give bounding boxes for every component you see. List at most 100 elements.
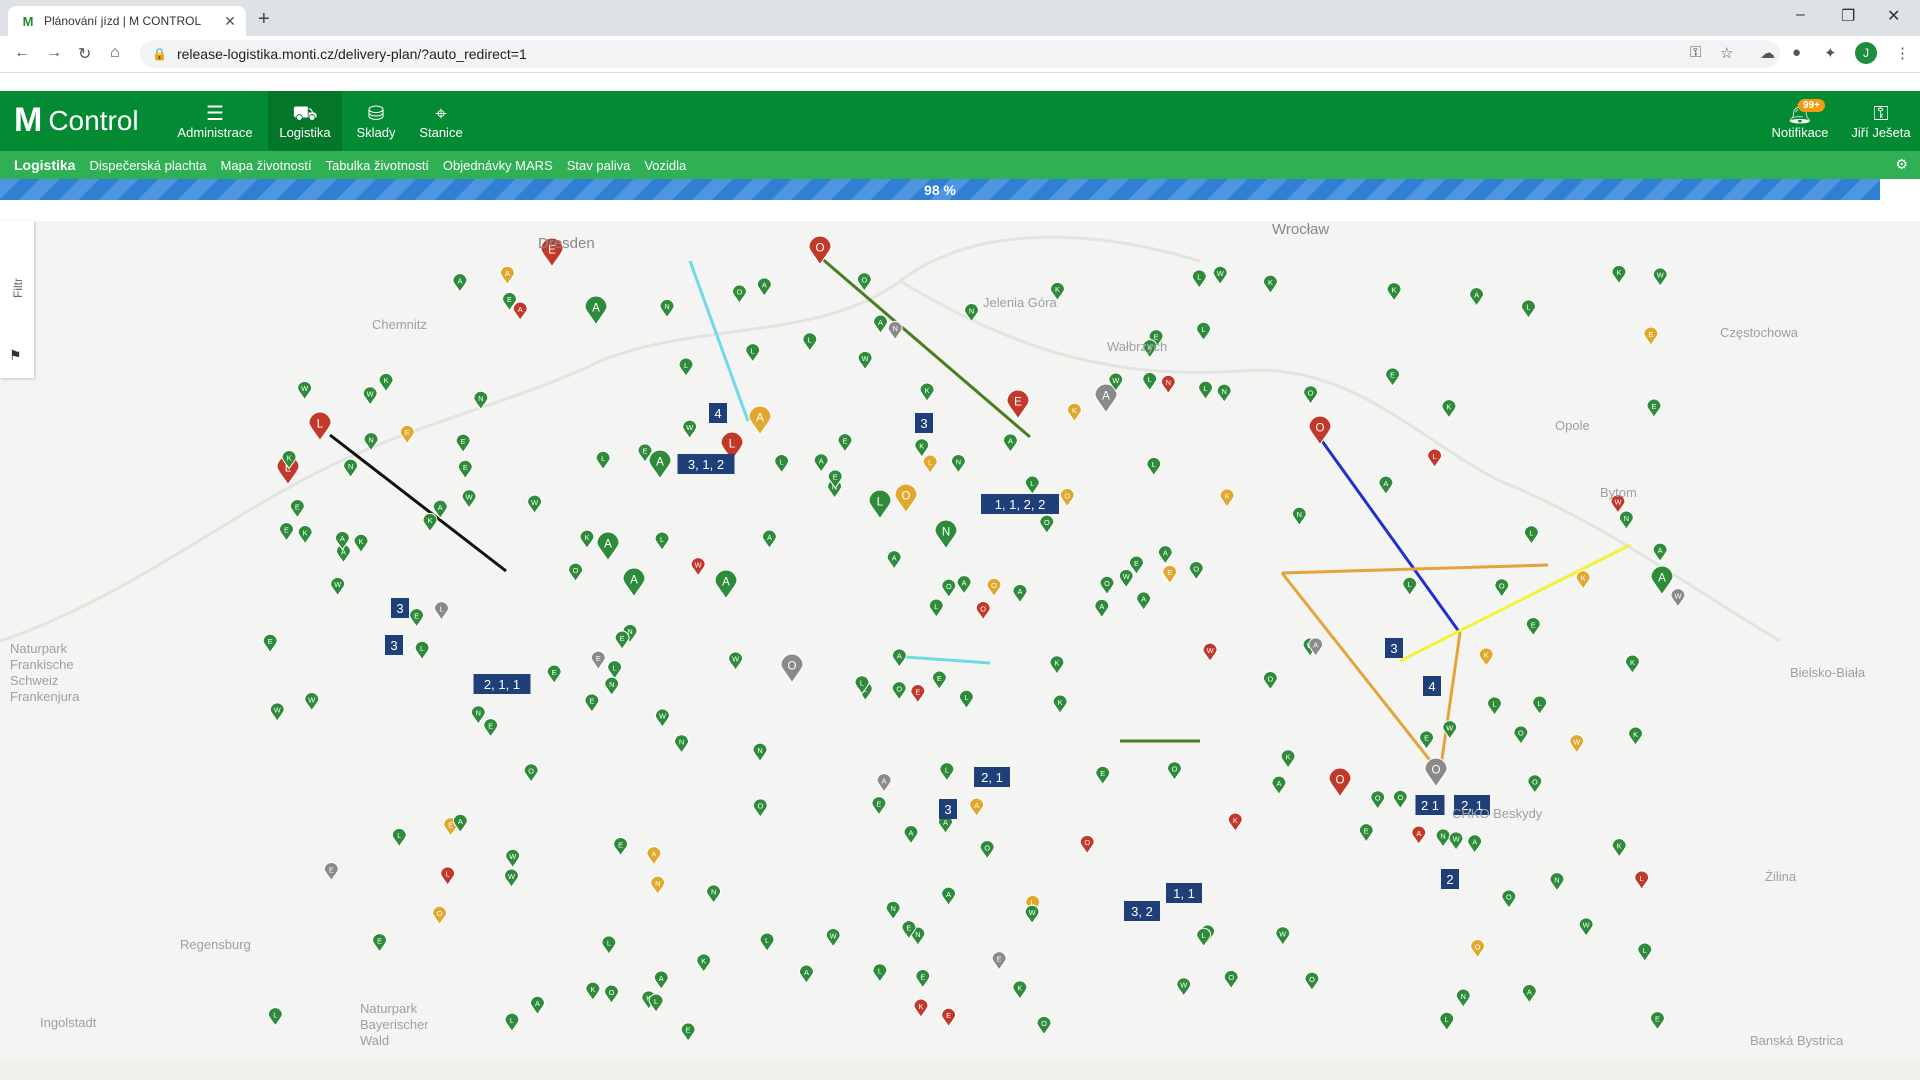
marker-letter: L [860,679,864,688]
marker-letter: E [589,697,594,706]
route-number-label[interactable]: 2, 1 [974,767,1010,787]
map-canvas[interactable]: EOLLEOOOLAAOOAALNAAAALAOLNALLLOALWEWNNEA… [0,221,1920,1060]
route-number-label[interactable]: 3, 1, 2 [677,454,735,474]
marker-letter: O [609,988,615,997]
minimize-icon[interactable]: – [1796,6,1805,24]
marker-letter: K [359,537,364,546]
marker-letter: W [1453,835,1460,844]
forward-icon[interactable]: → [46,44,62,62]
marker-letter: O [1308,389,1314,398]
menu-administrace[interactable]: ☰ Administrace [170,91,260,151]
marker-letter: O [980,604,986,613]
bookmark-star-icon[interactable]: ☆ [1720,44,1733,62]
marker-letter: O [757,802,763,811]
marker-letter: N [1222,387,1227,396]
back-icon[interactable]: ← [14,44,30,62]
marker-letter: N [478,394,483,403]
marker-letter: A [1008,437,1013,446]
marker-letter: N [679,738,684,747]
menu-logistika[interactable]: ⛟ Logistika [268,91,342,151]
subnav-item-vozidla[interactable]: Vozidla [644,158,686,173]
marker-letter: K [1392,285,1397,294]
menu-label: Sklady [356,124,396,140]
route-number-label[interactable]: 4 [709,403,727,423]
extensions-puzzle-icon[interactable]: ✦ [1824,44,1837,62]
marker-letter: L [317,418,324,430]
tab-close-icon[interactable]: ✕ [220,13,240,30]
marker-letter: A [819,457,824,466]
browser-menu-icon[interactable]: ⋮ [1895,44,1910,62]
route-number-label[interactable]: 2 1 [1415,795,1445,815]
new-tab-button[interactable]: + [258,8,270,31]
progress-remainder [1880,179,1920,200]
route-number-label[interactable]: 3 [939,799,957,819]
route-label-text: 3 [1390,641,1397,656]
subnav-item-mapa-zivotnosti[interactable]: Mapa životností [221,158,312,173]
menu-stanice[interactable]: ⌖ Stanice [412,91,470,151]
route-number-label[interactable]: 3 [915,413,933,433]
route-number-label[interactable]: 4 [1423,676,1441,696]
marker-letter: A [1276,779,1281,788]
reload-icon[interactable]: ↻ [78,44,91,64]
marker-letter: L [1204,384,1208,393]
subnav-section-title[interactable]: Logistika [14,157,75,173]
browser-tab[interactable]: M Plánování jízd | M CONTROL ✕ [8,6,246,36]
route-number-label[interactable]: 3 [391,598,409,618]
home-icon[interactable]: ⌂ [110,44,120,62]
subnav-item-dispecerska-plachta[interactable]: Dispečerská plachta [89,158,206,173]
marker-letter: A [1313,641,1318,650]
restore-icon[interactable]: ❐ [1841,6,1855,26]
route-number-label[interactable]: 3 [385,635,403,655]
marker-letter: W [1112,376,1119,385]
marker-letter: A [897,652,902,661]
m-logo-icon: M [14,101,43,139]
window-close-icon[interactable]: ✕ [1887,6,1900,26]
marker-letter: O [1316,422,1325,434]
marker-letter: W [1573,737,1580,746]
tab-title: Plánování jízd | M CONTROL [44,14,202,28]
marker-letter: W [274,706,281,715]
marker-letter: L [613,663,617,672]
route-number-label[interactable]: 1, 1 [1166,883,1202,903]
marker-letter: E [620,634,625,643]
marker-letter: L [729,438,736,450]
marker-letter: A [1472,838,1477,847]
route-number-label[interactable]: 1, 1, 2, 2 [981,494,1059,514]
marker-letter: A [1018,587,1023,596]
menu-label: Administrace [177,124,253,140]
filter-panel-toggle[interactable]: Filtr ⚑ [0,221,34,378]
settings-gear-icon[interactable]: ⚙ [1895,156,1908,173]
profile-avatar[interactable]: J [1855,42,1877,64]
user-menu[interactable]: ⚿ Jiří Ješeta [1846,91,1916,151]
marker-letter: O [1475,942,1481,951]
address-bar[interactable]: 🔒 release-logistika.monti.cz/delivery-pl… [140,40,1780,68]
route-number-label[interactable]: 3, 2 [1124,901,1160,921]
subnav-item-tabulka-zivotnosti[interactable]: Tabulka životností [326,158,429,173]
route-number-label[interactable]: 2, 1, 1 [473,674,531,694]
route-number-label[interactable]: 3 [1385,638,1403,658]
flag-icon[interactable]: ⚑ [9,347,22,364]
marker-letter: W [1123,572,1130,581]
marker-letter: W [1207,646,1214,655]
extension-cloud-icon[interactable]: ☁ [1760,44,1775,62]
subnav-item-stav-paliva[interactable]: Stav paliva [567,158,631,173]
marker-letter: A [518,305,523,314]
marker-letter: K [701,957,706,966]
map-svg[interactable]: EOLLEOOOLAAOOAALNAAAALAOLNALLLOALWEWNNEA… [0,221,1920,1060]
route-label-text: 3 [396,601,403,616]
marker-letter: L [420,644,424,653]
marker-letter: E [461,437,466,446]
marker-letter: A [438,503,443,512]
marker-letter: E [1167,568,1172,577]
marker-letter: E [906,923,911,932]
subnav-item-objednavky-mars[interactable]: Objednávky MARS [443,158,553,173]
map-place-label: Chemnitz [372,317,427,332]
app-logo[interactable]: M Control [14,101,139,140]
marker-letter: E [1648,330,1653,339]
marker-letter: O [437,909,443,918]
menu-sklady[interactable]: ⛁ Sklady [348,91,404,151]
extension-shield-icon[interactable]: ● [1792,44,1801,61]
key-icon[interactable]: ⚿ [1690,44,1701,61]
marker-letter: K [384,376,389,385]
route-number-label[interactable]: 2 [1441,869,1459,889]
